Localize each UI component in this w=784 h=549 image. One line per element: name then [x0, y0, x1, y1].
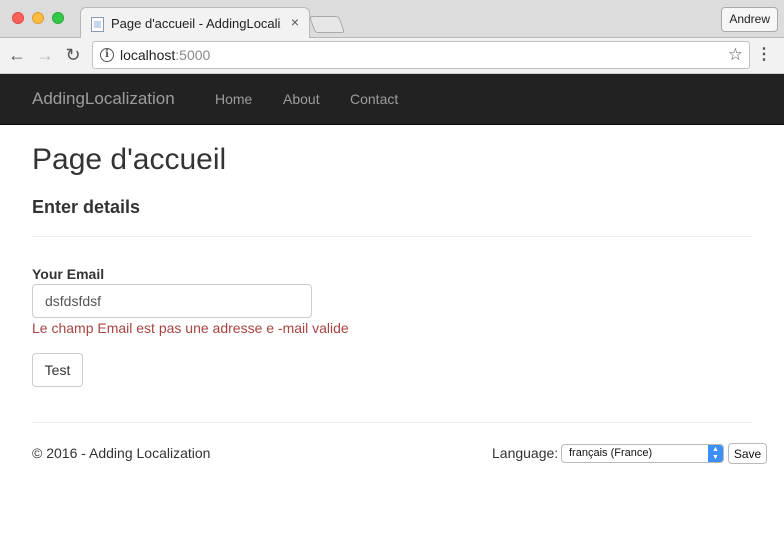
window-maximize-button[interactable]: [52, 12, 64, 24]
back-arrow-icon[interactable]: ←: [5, 43, 29, 67]
language-select[interactable]: français (France) ▲ ▼: [561, 444, 724, 463]
language-label: Language:: [492, 445, 559, 461]
url-host: localhost: [120, 47, 176, 63]
select-arrows-icon: ▲ ▼: [708, 445, 723, 462]
site-navbar: AddingLocalization Home About Contact: [0, 74, 784, 125]
email-field[interactable]: [32, 284, 312, 318]
browser-tab-active[interactable]: Page d'accueil - AddingLocalization ×: [80, 7, 310, 39]
window-minimize-button[interactable]: [32, 12, 44, 24]
forward-arrow-icon[interactable]: →: [33, 43, 57, 67]
divider: [32, 236, 752, 237]
language-selected-value: français (France): [569, 447, 653, 459]
footer-copyright: © 2016 - Adding Localization: [32, 445, 211, 461]
address-bar[interactable]: i localhost:5000 ☆: [92, 41, 750, 69]
window-close-button[interactable]: [12, 12, 24, 24]
nav-link-about[interactable]: About: [283, 91, 320, 107]
reload-icon[interactable]: ↻: [61, 43, 85, 67]
page-title: Page d'accueil: [32, 143, 227, 176]
browser-menu-icon[interactable]: ⋮: [756, 44, 772, 66]
browser-tab-strip: Page d'accueil - AddingLocalization × An…: [0, 0, 784, 39]
site-info-icon[interactable]: i: [100, 48, 114, 62]
bookmark-star-icon[interactable]: ☆: [728, 45, 743, 65]
url-text[interactable]: localhost:5000: [120, 47, 210, 63]
form-subtitle: Enter details: [32, 197, 141, 217]
footer-divider: [32, 422, 752, 423]
email-label: Your Email: [32, 266, 105, 282]
page-favicon-icon: [91, 17, 104, 32]
navbar-brand[interactable]: AddingLocalization: [32, 89, 175, 109]
new-tab-button[interactable]: [308, 16, 346, 33]
profile-button[interactable]: Andrew: [721, 7, 778, 32]
tab-title: Page d'accueil - AddingLocalization: [111, 16, 281, 31]
nav-link-contact[interactable]: Contact: [350, 91, 398, 107]
browser-toolbar: ← → ↻ i localhost:5000 ☆ ⋮: [0, 38, 784, 74]
nav-link-home[interactable]: Home: [215, 91, 252, 107]
email-validation-error: Le champ Email est pas une adresse e -ma…: [32, 320, 349, 336]
url-port: :5000: [175, 47, 211, 63]
tab-close-icon[interactable]: ×: [291, 14, 299, 30]
test-submit-button[interactable]: Test: [32, 353, 83, 387]
language-save-button[interactable]: Save: [728, 443, 767, 464]
